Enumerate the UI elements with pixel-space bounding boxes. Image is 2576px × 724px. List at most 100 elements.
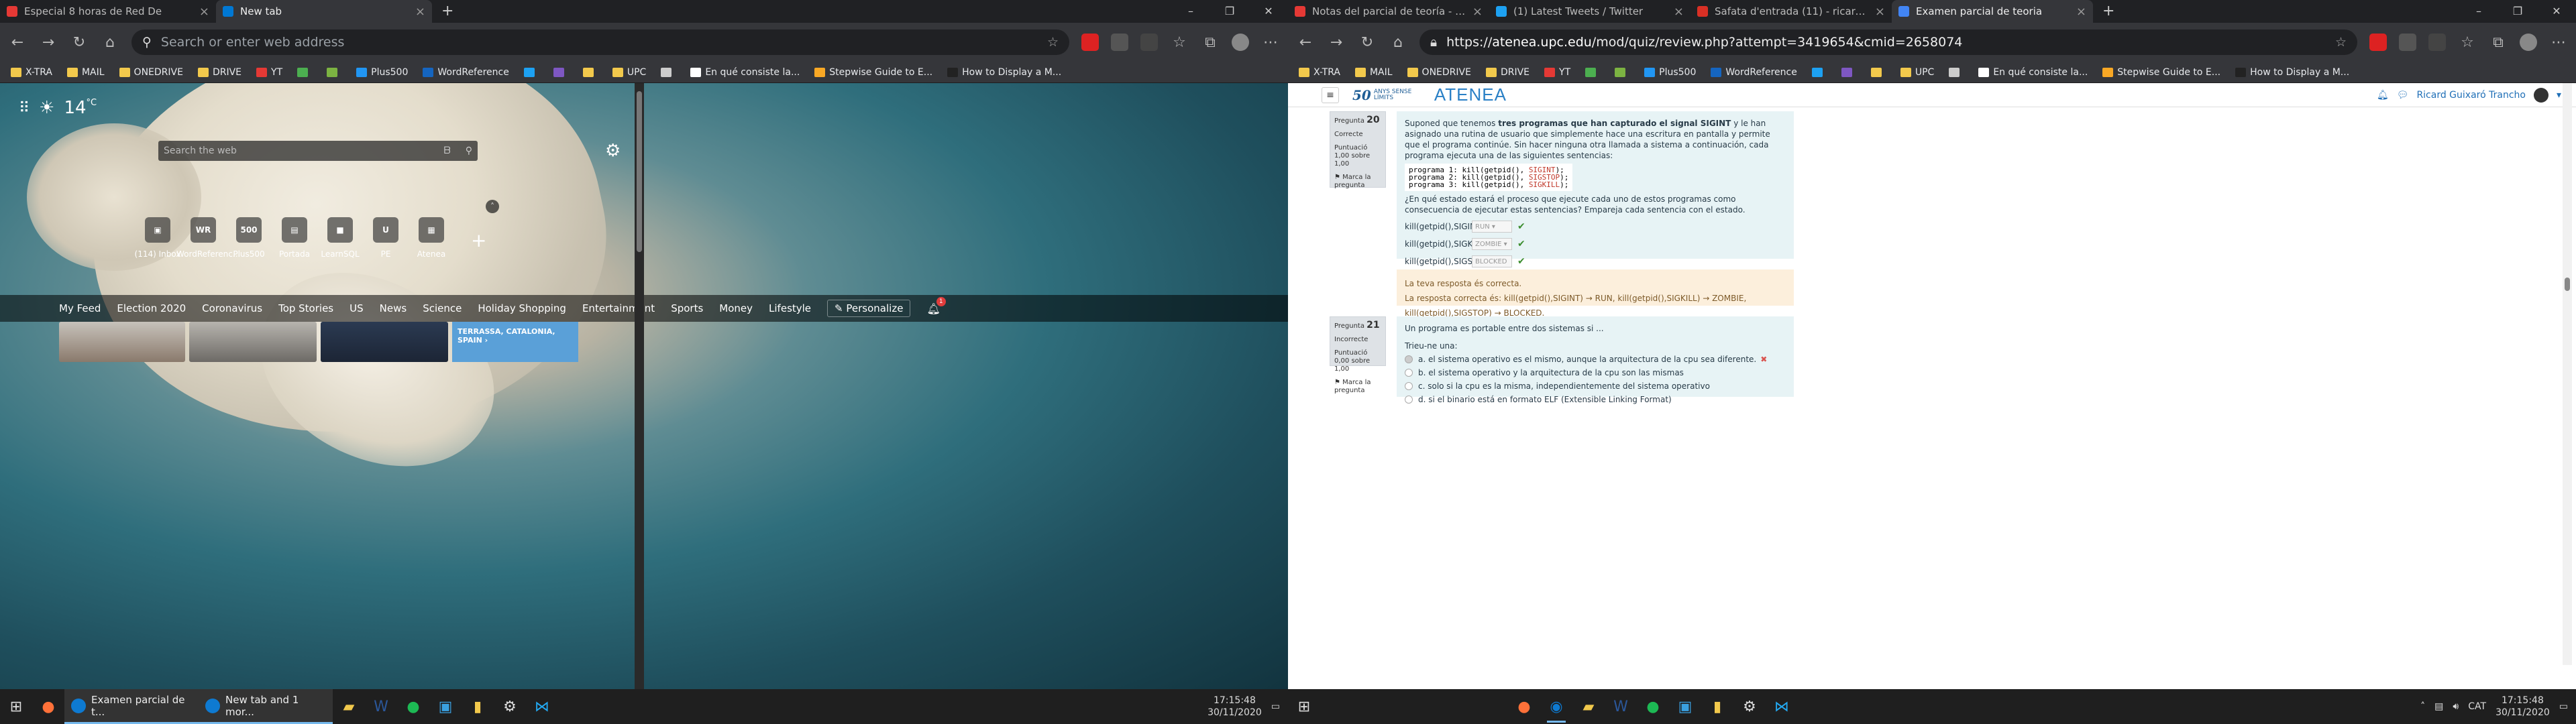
bookmark-item[interactable] (1836, 67, 1862, 77)
hamburger-menu-icon[interactable]: ≡ (1322, 86, 1339, 103)
vscode-icon[interactable]: ⋈ (526, 689, 558, 724)
top-site-tile[interactable]: ■ LearnSQL (321, 217, 360, 259)
feed-tab[interactable]: News (380, 302, 407, 314)
bookmark-item[interactable] (1943, 67, 1969, 77)
chevron-down-icon[interactable]: ▾ (2557, 90, 2561, 101)
tab-youtube[interactable]: Especial 8 horas de Red De × (0, 0, 216, 23)
spotify-icon[interactable]: ● (397, 689, 429, 724)
answer-option[interactable]: d. si el binario está en formato ELF (Ex… (1405, 394, 1786, 405)
profile-avatar[interactable] (2520, 34, 2537, 51)
menu-icon[interactable]: ⋯ (2549, 34, 2568, 51)
address-bar[interactable]: 🔒︎ https://atenea.upc.edu/mod/quiz/review… (1419, 29, 2357, 55)
vscode-icon[interactable]: ⋈ (1766, 689, 1798, 724)
radio[interactable] (1405, 382, 1413, 390)
news-card[interactable] (189, 322, 317, 362)
add-site-button[interactable]: + (471, 229, 486, 251)
sticky-notes-icon[interactable]: ▮ (1701, 689, 1733, 724)
favorites-icon[interactable]: ☆ (1170, 34, 1189, 51)
radio-selected[interactable] (1405, 355, 1413, 363)
start-windows-icon[interactable]: ⊞ (0, 689, 32, 724)
bookmark-item[interactable] (1807, 67, 1832, 77)
top-site-tile[interactable]: ▤ Portada (279, 217, 310, 259)
clock[interactable]: 17:15:48 30/11/2020 (1208, 695, 1262, 719)
close-window-icon[interactable]: ✕ (1249, 0, 1288, 23)
word-icon[interactable]: W (365, 689, 397, 724)
bookmark-item[interactable]: YT (1539, 67, 1576, 78)
address-bar[interactable]: ⚲ Search or enter web address ☆ (131, 29, 1069, 55)
top-site-tile[interactable]: ▦ Atenea (417, 217, 445, 259)
bookmark-item[interactable]: ONEDRIVE (114, 67, 189, 78)
file-explorer-icon[interactable]: ▰ (333, 689, 365, 724)
settings-icon[interactable]: ⚙ (1733, 689, 1766, 724)
feed-tab[interactable]: Top Stories (278, 302, 333, 314)
top-site-tile[interactable]: 500 Plus500 (233, 217, 265, 259)
match-select[interactable]: ZOMBIE ▾ (1472, 238, 1512, 250)
network-icon[interactable]: ▤ (2434, 701, 2443, 712)
bookmark-item[interactable]: YT (251, 67, 288, 78)
settings-gear-icon[interactable]: ⚙ (605, 141, 621, 161)
bookmark-item[interactable]: Stepwise Guide to E... (809, 67, 938, 78)
apps-grid-icon[interactable]: ⠿ (19, 100, 30, 117)
bell-icon[interactable]: 🔔︎ (2377, 90, 2389, 101)
taskbar-task[interactable]: New tab and 1 mor... (199, 689, 333, 724)
user-menu[interactable]: 🔔︎ 💬︎ Ricard Guixaró Trancho ▾ (2377, 87, 2561, 103)
answer-option[interactable]: c. solo si la cpu es la misma, independi… (1405, 381, 1786, 391)
feed-tab[interactable]: Election 2020 (117, 302, 186, 314)
close-icon[interactable]: × (2076, 5, 2086, 19)
answer-option[interactable]: a. el sistema operativo es el mismo, aun… (1405, 354, 1786, 365)
top-site-tile[interactable]: U PE (373, 217, 398, 259)
bookmark-item[interactable]: ONEDRIVE (1402, 67, 1477, 78)
close-icon[interactable]: × (415, 5, 425, 19)
extension-icon[interactable] (2428, 34, 2446, 51)
bookmark-item[interactable]: DRIVE (193, 67, 247, 78)
maximize-icon[interactable]: ❐ (2498, 0, 2537, 23)
match-select[interactable]: RUN ▾ (1472, 221, 1512, 233)
top-site-tile[interactable]: WR WordReferenc... (176, 217, 240, 259)
tab-twitter[interactable]: (1) Latest Tweets / Twitter × (1489, 0, 1690, 23)
back-icon[interactable]: ← (8, 34, 27, 51)
bookmark-item[interactable] (321, 67, 347, 77)
home-icon[interactable]: ⌂ (1389, 34, 1407, 51)
chevron-up-icon[interactable]: ˄ (2420, 701, 2425, 712)
scrollbar[interactable] (2563, 83, 2572, 665)
forward-icon[interactable]: → (1327, 34, 1346, 51)
feed-tab[interactable]: Science (423, 302, 462, 314)
bookmark-item[interactable] (578, 67, 603, 77)
extension-icon[interactable] (1081, 34, 1099, 51)
scrollbar-thumb[interactable] (637, 91, 642, 252)
collections-icon[interactable]: ⧉ (2489, 34, 2508, 51)
answer-option[interactable]: b. el sistema operativo y la arquitectur… (1405, 367, 1786, 378)
bookmark-item[interactable]: DRIVE (1481, 67, 1535, 78)
feed-tab[interactable]: Coronavirus (202, 302, 262, 314)
close-icon[interactable]: × (1472, 5, 1483, 19)
bookmark-item[interactable]: X-TRA (1293, 67, 1346, 78)
close-icon[interactable]: × (199, 5, 209, 19)
scrollbar[interactable] (635, 83, 644, 689)
collections-icon[interactable]: ⧉ (1201, 34, 1220, 51)
favorite-star-icon[interactable]: ☆ (2335, 35, 2347, 50)
bookmark-item[interactable]: En qué consiste la... (1973, 67, 2093, 78)
tab-gmail[interactable]: Safata d'entrada (11) - ricard.gu × (1690, 0, 1892, 23)
new-tab-button[interactable]: + (432, 0, 463, 23)
bookmark-item[interactable]: How to Display a M... (2230, 67, 2355, 78)
news-card[interactable] (321, 322, 448, 362)
notifications-icon[interactable]: ▭ (2559, 701, 2568, 712)
scrollbar-thumb[interactable] (2565, 278, 2570, 291)
feed-tab[interactable]: Lifestyle (769, 302, 811, 314)
extension-icon[interactable] (2369, 34, 2387, 51)
bookmark-item[interactable]: Plus500 (351, 67, 413, 78)
close-icon[interactable]: × (1875, 5, 1885, 19)
bookmark-item[interactable] (1580, 67, 1605, 77)
firefox-icon[interactable]: ● (1508, 689, 1540, 724)
collapse-chevron-icon[interactable]: ˄ (486, 200, 499, 213)
favorites-icon[interactable]: ☆ (2458, 34, 2477, 51)
match-select[interactable]: BLOCKED ▾ (1472, 255, 1512, 276)
flag-question[interactable]: ⚑ Marca la pregunta (1334, 379, 1381, 395)
bookmark-item[interactable]: MAIL (1350, 67, 1398, 78)
bookmark-item[interactable]: How to Display a M... (942, 67, 1067, 78)
feed-tab[interactable]: Holiday Shopping (478, 302, 566, 314)
minimize-icon[interactable]: – (1171, 0, 1210, 23)
bookmark-item[interactable]: Stepwise Guide to E... (2097, 67, 2226, 78)
bookmark-item[interactable] (519, 67, 544, 77)
notification-bell-icon[interactable]: 🔔︎ 1 (926, 296, 946, 315)
